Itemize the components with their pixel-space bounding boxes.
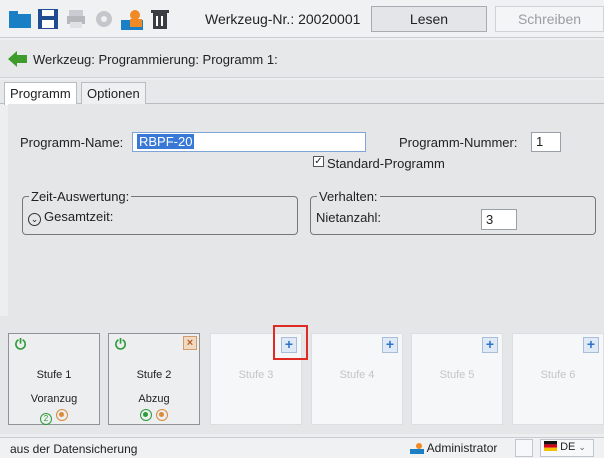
rivet-count-input[interactable]: 3 xyxy=(481,209,517,230)
standard-program-checkbox[interactable]: ✓ xyxy=(313,156,324,167)
program-panel: Programm-Name: RBPF-20 Programm-Nummer: … xyxy=(8,104,604,316)
total-time-toggle[interactable]: ⌄ Gesamtzeit: xyxy=(28,209,113,226)
stage-1[interactable]: ⏻ Stufe 1 Voranzug 2 xyxy=(8,333,100,425)
program-name-value: RBPF-20 xyxy=(137,134,195,149)
stage-status xyxy=(109,409,199,424)
folder-icon[interactable] xyxy=(8,7,32,31)
stage-name: Stufe 3 xyxy=(238,369,274,381)
chevron-down-icon: ⌄ xyxy=(28,213,41,226)
breadcrumb-text: Werkzeug: Programmierung: Programm 1: xyxy=(33,52,278,67)
stage-6: + Stufe 6 xyxy=(512,333,604,425)
trash-icon[interactable] xyxy=(148,7,172,31)
write-button: Schreiben xyxy=(495,6,604,32)
add-icon[interactable]: + xyxy=(482,337,498,353)
highlight-box xyxy=(273,325,308,360)
status-text: aus der Datensicherung xyxy=(10,442,138,456)
back-arrow-icon[interactable] xyxy=(8,50,28,71)
orange-dot-icon xyxy=(56,409,68,421)
stage-sub: Voranzug xyxy=(30,393,78,405)
behavior-group: Verhalten: Nietanzahl: 3 xyxy=(310,189,596,235)
chevron-down-icon: ⌄ xyxy=(578,442,586,452)
green-dot-icon xyxy=(140,409,152,421)
user-name: Administrator xyxy=(426,441,498,455)
program-name-label: Programm-Name: xyxy=(20,135,124,150)
program-name-input[interactable]: RBPF-20 xyxy=(132,132,366,152)
stage-5: + Stufe 5 xyxy=(411,333,503,425)
behavior-title: Verhalten: xyxy=(317,189,380,204)
add-icon[interactable]: + xyxy=(583,337,599,353)
stage-name: Stufe 2 xyxy=(136,369,172,381)
status-bar: aus der Datensicherung Administrator DE … xyxy=(0,437,604,458)
stage-name: Stufe 1 xyxy=(36,369,72,381)
stage-name: Stufe 6 xyxy=(540,369,576,381)
language-selector[interactable]: DE ⌄ xyxy=(540,439,594,457)
print-icon xyxy=(64,7,88,31)
breadcrumb: Werkzeug: Programmierung: Programm 1: xyxy=(0,40,604,78)
stage-4: + Stufe 4 xyxy=(311,333,403,425)
power-icon[interactable]: ⏻ xyxy=(115,336,126,353)
stage-name: Stufe 4 xyxy=(339,369,375,381)
stage-2[interactable]: ⏻ × Stufe 2 Abzug xyxy=(108,333,200,425)
user-icon xyxy=(410,443,424,454)
user-indicator: Administrator xyxy=(410,441,497,455)
tab-programm[interactable]: Programm xyxy=(4,82,77,105)
tab-bar: Programm Optionen xyxy=(0,80,604,105)
rivet-count-label: Nietanzahl: xyxy=(316,210,382,225)
flag-de-icon xyxy=(544,441,557,451)
user-icon[interactable] xyxy=(120,7,144,31)
stage-sub: Abzug xyxy=(138,393,170,405)
program-number-input[interactable]: 1 xyxy=(531,132,561,152)
power-icon[interactable]: ⏻ xyxy=(15,336,26,353)
toolbar: Werkzeug-Nr.: 20020001 Lesen Schreiben xyxy=(0,0,604,38)
time-evaluation-title: Zeit-Auswertung: xyxy=(29,189,132,204)
add-icon[interactable]: + xyxy=(382,337,398,353)
settings-icon xyxy=(92,7,116,31)
language-label: DE xyxy=(560,441,576,453)
total-time-label: Gesamtzeit: xyxy=(44,209,114,224)
tab-optionen[interactable]: Optionen xyxy=(81,82,146,104)
time-evaluation-group: Zeit-Auswertung: ⌄ Gesamtzeit: xyxy=(22,189,298,235)
document-icon[interactable] xyxy=(515,439,533,457)
stage-name: Stufe 5 xyxy=(439,369,475,381)
read-button[interactable]: Lesen xyxy=(371,6,487,32)
green-number-icon: 2 xyxy=(40,413,52,425)
program-number-label: Programm-Nummer: xyxy=(399,135,518,150)
close-icon[interactable]: × xyxy=(183,336,197,350)
orange-dot-icon xyxy=(156,409,168,421)
stage-status: 2 xyxy=(9,409,99,425)
save-icon[interactable] xyxy=(36,7,60,31)
tool-number-label: Werkzeug-Nr.: 20020001 xyxy=(205,11,361,27)
standard-program-label: Standard-Programm xyxy=(327,156,445,171)
